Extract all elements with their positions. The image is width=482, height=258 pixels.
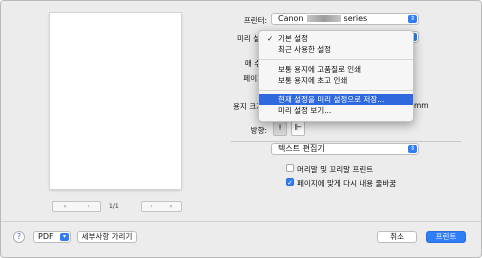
redacted-model [306,15,341,22]
rewrap-checkbox[interactable]: ✓ [286,178,294,187]
rewrap-label: 페이지에 맞게 다시 내용 줄바꿈 [297,179,397,188]
app-section-popup[interactable]: 텍스트 편집기 ⇕ [271,143,419,155]
menu-item-save-preset[interactable]: 현재 설정을 미리 설정으로 저장... [259,94,413,105]
preview-nav-right: › » [141,201,182,212]
help-button[interactable]: ? [13,231,25,243]
pdf-label: PDF [38,232,54,241]
app-section-value: 텍스트 편집기 [278,144,325,153]
page-preview [50,13,181,189]
menu-item-label: 미리 설정 보기... [278,106,332,115]
question-mark-icon: ? [16,232,22,241]
orientation-label: 방향: [250,126,267,135]
landscape-person-icon: ⊩ [294,123,302,133]
popup-arrows-icon: ⇕ [408,145,417,153]
prev-page-button[interactable]: ‹ [87,203,89,210]
checkmark-icon: ✓ [267,34,274,43]
menu-item-recent[interactable]: 최근 사용한 설정 [259,44,413,55]
divider [231,141,461,142]
portrait-button[interactable]: ⍿ [273,121,287,136]
menu-separator [259,59,413,60]
menu-item-default[interactable]: ✓ 기본 설정 [259,33,413,44]
next-page-button[interactable]: › [150,203,152,210]
menu-separator [259,90,413,91]
menu-item-label: 보통 용지에 고품질로 인쇄 [278,65,362,74]
header-footer-label: 머리말 및 꼬리말 프린트 [297,165,374,174]
popup-arrows-icon: ⇕ [408,15,417,23]
landscape-button[interactable]: ⊩ [291,121,305,136]
last-page-button[interactable]: » [169,203,173,210]
printer-label: 프린터: [243,16,267,25]
paper-size-label: 용지 크기 [233,102,263,111]
header-footer-checkbox[interactable] [286,164,294,172]
printer-name-suffix: series [343,14,368,23]
menu-item-label: 보통 용지에 초고 인쇄 [278,76,348,85]
menu-item-label: 기본 설정 [278,34,308,43]
pdf-menu-button[interactable]: PDF ▾ [33,231,71,243]
chevron-down-icon: ▾ [60,233,69,241]
paper-size-unit: mm [414,101,429,110]
footer-divider [1,221,481,222]
hide-details-button[interactable]: 세부사항 가리기 [77,231,137,243]
menu-item-fast[interactable]: 보통 용지에 초고 인쇄 [259,75,413,86]
preview-nav-left: « ‹ [52,201,101,212]
printer-name-prefix: Canon [278,14,304,23]
pages-label: 페이지 [243,74,264,83]
printer-popup[interactable]: Canon series ⇕ [271,13,419,25]
menu-item-label: 최근 사용한 설정 [278,45,332,54]
menu-item-high-quality[interactable]: 보통 용지에 고품질로 인쇄 [259,64,413,75]
cancel-button[interactable]: 취소 [377,231,417,243]
checkmark-icon: ✓ [287,179,293,187]
menu-item-show-presets[interactable]: 미리 설정 보기... [259,105,413,116]
portrait-person-icon: ⍿ [278,123,282,133]
menu-item-label: 현재 설정을 미리 설정으로 저장... [278,95,385,104]
copies-label: 매 수 [244,59,261,68]
print-button[interactable]: 프린트 [426,231,466,243]
print-dialog: « ‹ 1/1 › » 프린터: Canonseries ⇕ 미리 설정 ⇕ 매… [0,0,482,258]
presets-menu: ✓ 기본 설정 최근 사용한 설정 보통 용지에 고품질로 인쇄 보통 용지에 … [258,30,414,122]
page-indicator: 1/1 [109,203,119,210]
first-page-button[interactable]: « [63,203,67,210]
